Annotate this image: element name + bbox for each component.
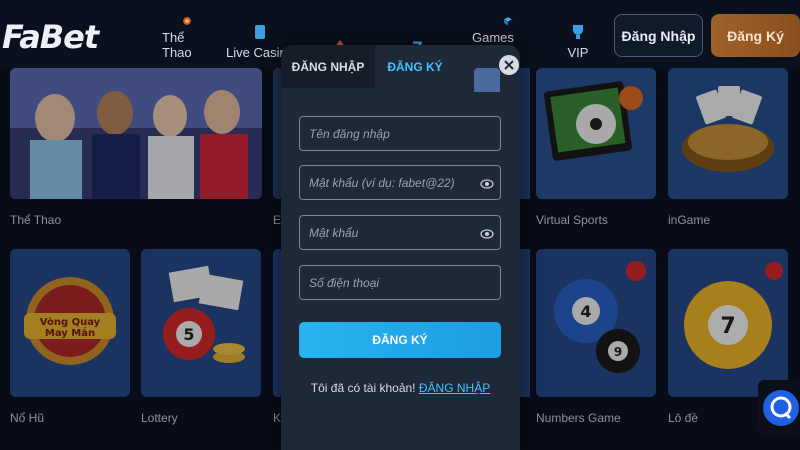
confirm-password-input[interactable] <box>300 216 500 249</box>
eye-icon[interactable] <box>480 177 494 191</box>
phone-input[interactable] <box>300 266 500 299</box>
nav-item-label: VIP <box>567 45 589 60</box>
login-prompt-text: Tôi đã có tài khoản! <box>310 381 416 395</box>
password-field[interactable] <box>299 165 501 200</box>
close-icon <box>504 60 514 70</box>
password-input[interactable] <box>300 166 500 199</box>
login-button[interactable]: Đăng Nhập <box>614 14 703 57</box>
chat-button[interactable] <box>758 380 800 436</box>
close-button[interactable] <box>499 55 519 75</box>
nav-item-sports[interactable]: Thể Thao <box>162 16 212 60</box>
register-button[interactable]: Đăng Ký <box>711 14 800 57</box>
casino-icon <box>255 25 265 39</box>
sports-rocket-icon <box>183 17 191 25</box>
username-field[interactable] <box>299 116 501 151</box>
login-link[interactable]: ĐĂNG NHẬP <box>419 381 490 395</box>
login-prompt: Tôi đã có tài khoản! ĐĂNG NHẬP <box>281 381 520 395</box>
avatar <box>474 68 500 92</box>
nav-item-vip[interactable]: VIP <box>566 16 590 60</box>
submit-register-button[interactable]: ĐĂNG KÝ <box>299 322 501 358</box>
username-input[interactable] <box>300 117 500 150</box>
site-logo[interactable]: FaBet <box>2 18 99 56</box>
cube-icon <box>504 17 512 26</box>
chat-icon <box>763 390 799 426</box>
confirm-password-field[interactable] <box>299 215 501 250</box>
eye-icon[interactable] <box>480 227 494 241</box>
tab-register[interactable]: ĐĂNG KÝ <box>375 45 455 88</box>
trophy-icon <box>573 25 583 39</box>
tab-login[interactable]: ĐĂNG NHẬP <box>281 45 375 88</box>
nav-item-label: Thể Thao <box>162 30 192 60</box>
phone-field[interactable] <box>299 265 501 300</box>
register-modal: ĐĂNG NHẬP ĐĂNG KÝ ĐĂNG KÝ Tôi đã có tài … <box>281 45 520 450</box>
nav-item-live-casino[interactable]: Live Casino <box>226 16 294 60</box>
